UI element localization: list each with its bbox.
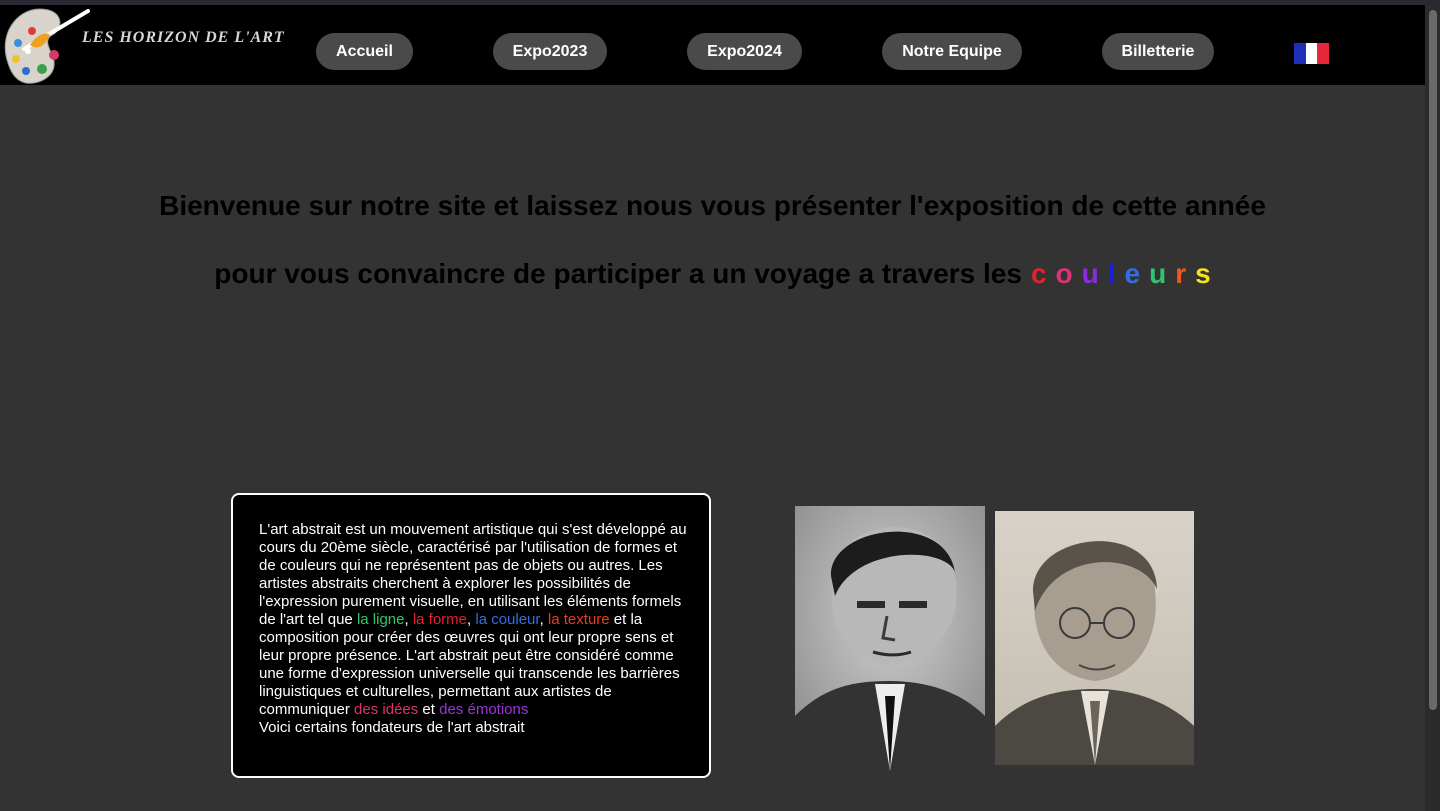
colored-letter: c xyxy=(1030,258,1047,289)
abstract-art-paragraph: L'art abstrait est un mouvement artistiq… xyxy=(259,521,693,737)
palette-logo-icon[interactable] xyxy=(2,5,92,85)
flag-blue-stripe xyxy=(1294,43,1306,64)
colored-letter: s xyxy=(1195,258,1211,289)
hero-line2-text: pour vous convaincre de participer a un … xyxy=(214,258,1022,289)
abstract-art-textbox: L'art abstrait est un mouvement artistiq… xyxy=(231,493,711,778)
hero-title-line1: Bienvenue sur notre site et laissez nous… xyxy=(159,190,1266,221)
nav-notre-equipe-button[interactable]: Notre Equipe xyxy=(882,33,1022,70)
article-comma: , xyxy=(539,611,548,628)
flag-red-stripe xyxy=(1317,43,1330,64)
colored-letter: u xyxy=(1149,258,1167,289)
nav-billetterie-button[interactable]: Billetterie xyxy=(1102,33,1214,70)
colored-word-couleurs: couleurs xyxy=(1022,258,1211,289)
highlight-des-emotions: des émotions xyxy=(439,701,529,718)
portrait-photo-1 xyxy=(795,506,985,771)
portrait-photo-2 xyxy=(995,511,1194,765)
highlight-la-forme: la forme xyxy=(412,611,468,628)
scrollbar-thumb[interactable] xyxy=(1429,10,1437,710)
brand-title: LES HORIZON DE L'ART xyxy=(82,29,285,46)
colored-letter: e xyxy=(1124,258,1141,289)
french-flag-icon[interactable] xyxy=(1294,43,1330,64)
hero-title-line2: pour vous convaincre de participer a un … xyxy=(0,258,1425,290)
nav-expo2024-button[interactable]: Expo2024 xyxy=(687,33,802,70)
colored-letter: l xyxy=(1107,258,1116,289)
site-header: LES HORIZON DE L'ART Accueil Expo2023 Ex… xyxy=(0,5,1425,85)
colored-letter: o xyxy=(1055,258,1073,289)
highlight-la-texture: la texture xyxy=(547,611,610,628)
article-comma: , xyxy=(404,611,413,628)
highlight-la-ligne: la ligne xyxy=(356,611,405,628)
highlight-des-idees: des idées xyxy=(354,701,419,718)
colored-letter: u xyxy=(1081,258,1099,289)
flag-white-stripe xyxy=(1305,43,1318,64)
article-conjunction: et xyxy=(418,701,440,718)
colored-letter: r xyxy=(1175,258,1187,289)
article-text-3: Voici certains fondateurs de l'art abstr… xyxy=(259,719,525,736)
highlight-la-couleur: la couleur xyxy=(475,611,540,628)
nav-expo2023-button[interactable]: Expo2023 xyxy=(493,33,607,70)
nav-accueil-button[interactable]: Accueil xyxy=(316,33,413,70)
